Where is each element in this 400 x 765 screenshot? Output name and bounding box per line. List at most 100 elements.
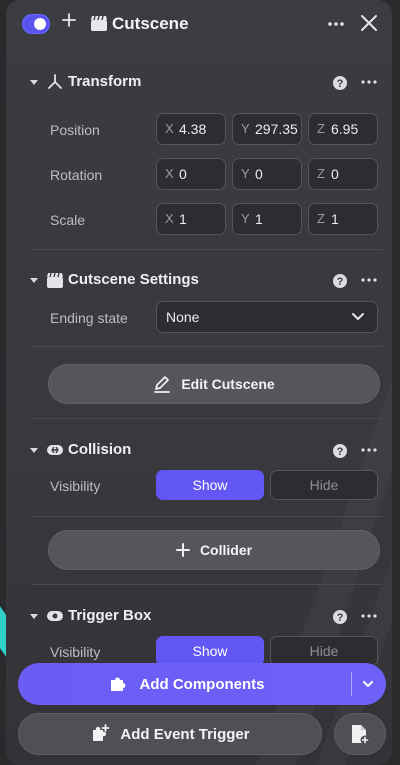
more-icon[interactable]: [326, 16, 346, 32]
section-divider: [32, 584, 382, 585]
scale-y-field[interactable]: Y1: [232, 203, 302, 235]
caret-down-icon[interactable]: [30, 276, 38, 284]
transform-title: Transform: [68, 73, 142, 90]
scale-label: Scale: [50, 212, 86, 228]
pencil-icon: [154, 376, 171, 393]
clapperboard-icon: [91, 15, 107, 31]
chevron-down-icon: [352, 313, 364, 320]
trigger-box-header[interactable]: Trigger Box ?: [18, 600, 384, 632]
axis-label: Y: [241, 166, 250, 181]
axis-label: X: [165, 211, 174, 226]
collider-label: Collider: [199, 542, 253, 558]
add-collider-button[interactable]: Collider: [48, 530, 380, 570]
cutscene-settings-header[interactable]: Cutscene Settings ?: [18, 264, 384, 296]
field-value: 1: [331, 211, 339, 227]
close-icon[interactable]: [360, 14, 378, 32]
section-divider: [32, 516, 382, 517]
field-value: 0: [179, 166, 187, 182]
cutscene-settings-title: Cutscene Settings: [68, 271, 199, 288]
plus-icon: [175, 543, 190, 557]
edit-cutscene-label: Edit Cutscene: [181, 376, 275, 392]
ending-state-value: None: [166, 309, 200, 325]
rotation-x-field[interactable]: X0: [156, 158, 226, 190]
panel-header: Cutscene: [6, 0, 392, 50]
section-divider: [32, 346, 382, 347]
button-split-divider: [351, 672, 352, 696]
field-value: 0: [331, 166, 339, 182]
more-icon[interactable]: [360, 442, 378, 458]
axis-label: Y: [241, 211, 250, 226]
rotation-z-field[interactable]: Z0: [308, 158, 378, 190]
transform-header[interactable]: Transform ?: [18, 66, 384, 98]
cutscene-settings-section: Cutscene Settings ? Ending state None Ed…: [18, 264, 384, 414]
field-value: 6.95: [331, 121, 359, 137]
help-icon[interactable]: ?: [332, 273, 348, 289]
add-components-label: Add Components: [139, 675, 265, 693]
help-icon[interactable]: ?: [332, 443, 348, 459]
axis-label: Z: [317, 211, 325, 226]
ending-state-select[interactable]: None: [156, 301, 378, 333]
collision-title: Collision: [68, 441, 132, 458]
scale-x-field[interactable]: X1: [156, 203, 226, 235]
svg-text:?: ?: [337, 276, 344, 288]
field-value: 0: [255, 166, 263, 182]
transform-section: Transform ? Position X 4.38 Y 297.35 Z 6.95…: [18, 66, 384, 256]
inspector-panel: Cutscene Transform ? Position X 4.38 Y 2…: [6, 0, 392, 765]
panel-title: Cutscene: [112, 14, 189, 33]
rotation-y-field[interactable]: Y0: [232, 158, 302, 190]
transform-icon: [48, 74, 62, 89]
add-file-button[interactable]: [334, 713, 386, 755]
caret-down-icon[interactable]: [30, 612, 38, 620]
file-plus-icon: [352, 725, 370, 745]
edit-cutscene-button[interactable]: Edit Cutscene: [48, 364, 380, 404]
more-icon[interactable]: [360, 74, 378, 90]
plus-icon[interactable]: [62, 13, 76, 27]
collision-visibility-label: Visibility: [50, 478, 101, 494]
field-value: 4.38: [179, 121, 207, 137]
position-y-field[interactable]: Y 297.35: [232, 113, 302, 145]
scale-z-field[interactable]: Z1: [308, 203, 378, 235]
axis-label: Z: [317, 166, 325, 181]
collision-hide-button[interactable]: Hide: [270, 470, 378, 500]
component-list: Transform ? Position X 4.38 Y 297.35 Z 6.95…: [18, 54, 384, 664]
position-label: Position: [50, 122, 100, 138]
puzzle-icon: [110, 677, 126, 691]
enabled-toggle[interactable]: [22, 14, 50, 34]
collision-section: Collision ? Visibility Show Hide Collide…: [18, 434, 384, 574]
more-icon[interactable]: [360, 272, 378, 288]
field-value: 297.35: [255, 121, 298, 137]
trigger-box-icon: [47, 611, 63, 621]
ending-state-label: Ending state: [50, 310, 128, 326]
help-icon[interactable]: ?: [332, 609, 348, 625]
collision-header[interactable]: Collision ?: [18, 434, 384, 466]
section-divider: [32, 249, 382, 250]
rotation-label: Rotation: [50, 167, 103, 183]
svg-text:?: ?: [337, 612, 344, 624]
chevron-down-icon[interactable]: [362, 678, 374, 690]
section-divider: [32, 418, 382, 419]
field-value: 1: [255, 211, 263, 227]
axis-label: X: [165, 121, 174, 136]
puzzle-plus-icon: [93, 724, 110, 741]
help-icon[interactable]: ?: [332, 75, 348, 91]
toggle-knob: [34, 18, 46, 30]
svg-text:?: ?: [337, 446, 344, 458]
collision-show-button[interactable]: Show: [156, 470, 264, 500]
position-z-field[interactable]: Z 6.95: [308, 113, 378, 145]
clapperboard-icon: [47, 272, 63, 288]
axis-label: Z: [317, 121, 325, 136]
position-x-field[interactable]: X 4.38: [156, 113, 226, 145]
add-event-trigger-label: Add Event Trigger: [120, 725, 250, 743]
caret-down-icon[interactable]: [30, 78, 38, 86]
axis-label: Y: [241, 121, 250, 136]
caret-down-icon[interactable]: [30, 446, 38, 454]
axis-label: X: [165, 166, 174, 181]
svg-text:?: ?: [337, 78, 344, 90]
add-components-button[interactable]: Add Components: [18, 663, 386, 705]
more-icon[interactable]: [360, 608, 378, 624]
field-value: 1: [179, 211, 187, 227]
add-event-trigger-button[interactable]: Add Event Trigger: [18, 713, 322, 755]
collision-icon: [47, 445, 63, 455]
panel-footer: Add Components Add Event Trigger: [6, 655, 392, 765]
trigger-box-title: Trigger Box: [68, 607, 152, 624]
